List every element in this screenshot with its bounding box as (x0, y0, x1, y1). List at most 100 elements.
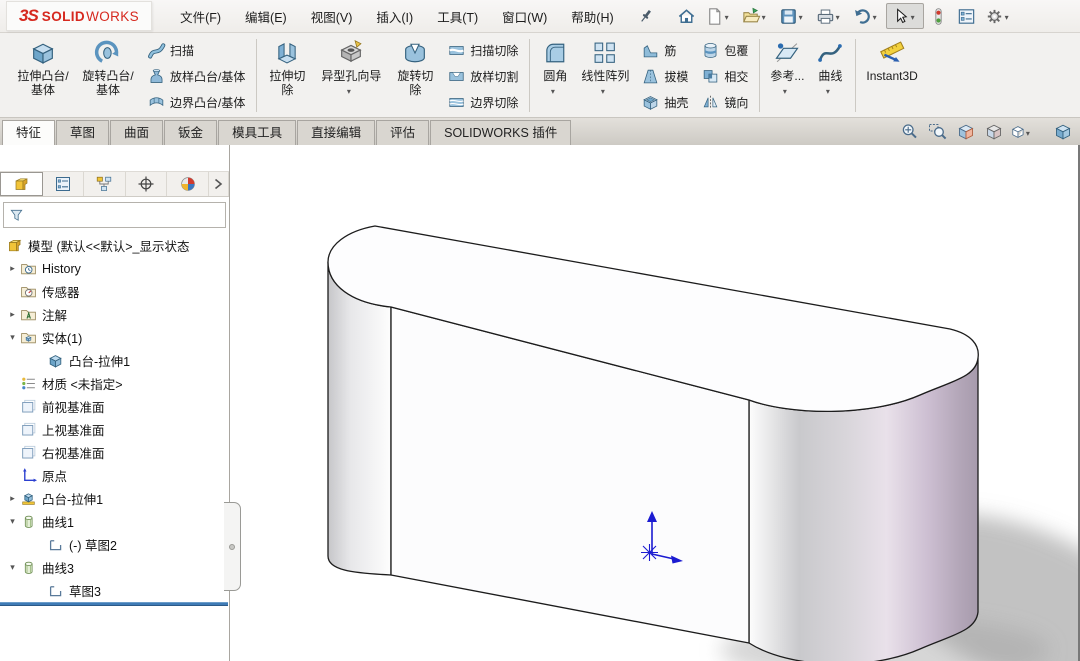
viewport-3d[interactable] (230, 145, 1080, 661)
tree-item-right-plane[interactable]: 右视基准面 (0, 441, 229, 464)
tab-display-manager[interactable] (167, 172, 209, 196)
display-style-button[interactable] (1010, 120, 1033, 143)
rib-button[interactable]: 筋 (637, 38, 692, 63)
extruded-boss-button[interactable]: 拉伸凸台/基体 (13, 36, 73, 97)
home-button[interactable] (673, 3, 700, 29)
select-button[interactable] (886, 3, 924, 29)
tree-item-history[interactable]: ▸History (0, 257, 229, 280)
lofted-cut-button[interactable]: 放样切割 (443, 64, 522, 89)
tab-direct-editing[interactable]: 直接编辑 (297, 120, 375, 145)
tree-item-body-boss-extrude1[interactable]: 凸台-拉伸1 (0, 349, 229, 372)
instant3d-button[interactable]: Instant3D (863, 36, 920, 83)
options-button[interactable] (981, 3, 1017, 29)
linear-pattern-button[interactable]: 线性阵列 (578, 36, 632, 97)
dropdown-caret-icon[interactable] (826, 83, 835, 97)
swept-boss-button[interactable]: 扫描 (143, 38, 249, 63)
wrap-button[interactable]: 包覆 (697, 38, 752, 63)
dropdown-caret-icon[interactable] (836, 9, 845, 23)
dropdown-caret-icon[interactable] (347, 83, 356, 97)
tree-item-origin[interactable]: 原点 (0, 464, 229, 487)
tab-solidworks-addins[interactable]: SOLIDWORKS 插件 (430, 120, 571, 145)
expand-arrow[interactable]: ▾ (5, 516, 20, 527)
tree-item-sketch3[interactable]: 草图3 (0, 579, 229, 602)
undo-button[interactable] (849, 3, 885, 29)
dropdown-caret-icon[interactable] (799, 9, 808, 23)
revolved-cut-button[interactable]: 旋转切除 (392, 36, 438, 97)
menu-window[interactable]: 窗口(W) (490, 3, 559, 30)
tree-item-curve3[interactable]: ▾曲线3 (0, 556, 229, 579)
expand-arrow[interactable]: ▸ (5, 309, 20, 320)
rebuild-button[interactable] (925, 3, 952, 29)
menu-insert[interactable]: 插入(I) (364, 3, 425, 30)
tree-item-sensors[interactable]: 传感器 (0, 280, 229, 303)
tab-mold-tools[interactable]: 模具工具 (218, 120, 296, 145)
menu-edit[interactable]: 编辑(E) (233, 3, 299, 30)
dropdown-caret-icon[interactable] (1026, 125, 1033, 139)
dropdown-caret-icon[interactable] (551, 83, 560, 97)
menu-tools[interactable]: 工具(T) (425, 3, 490, 30)
tab-sketch[interactable]: 草图 (56, 120, 109, 145)
rollback-bar[interactable] (0, 602, 228, 606)
save-button[interactable] (775, 3, 811, 29)
fillet-button[interactable]: 圆角 (537, 36, 573, 97)
pin-menu-button[interactable] (632, 3, 659, 29)
tab-configuration-manager[interactable] (84, 172, 126, 196)
section-view-button[interactable] (954, 120, 977, 143)
lofted-boss-button[interactable]: 放样凸台/基体 (143, 64, 249, 89)
swept-cut-button[interactable]: 扫描切除 (443, 38, 522, 63)
expand-arrow[interactable]: ▾ (5, 332, 20, 343)
intersect-button[interactable]: 相交 (697, 64, 752, 89)
panel-splitter-handle[interactable] (224, 502, 241, 591)
zoom-to-area-button[interactable] (926, 120, 949, 143)
tree-item-annotations[interactable]: ▸注解 (0, 303, 229, 326)
new-document-button[interactable] (701, 3, 737, 29)
tab-sheet-metal[interactable]: 钣金 (164, 120, 217, 145)
tree-item-model-root[interactable]: 模型 (默认<<默认>_显示状态 (0, 234, 229, 257)
dropdown-caret-icon[interactable] (911, 9, 920, 23)
menu-view[interactable]: 视图(V) (299, 3, 365, 30)
panel-expand-button[interactable] (209, 172, 229, 196)
reference-geometry-button[interactable]: 参考... (767, 36, 807, 97)
view-orientation-button[interactable] (982, 120, 1005, 143)
shell-button[interactable]: 抽壳 (637, 90, 692, 115)
menu-help[interactable]: 帮助(H) (559, 3, 625, 30)
print-button[interactable] (812, 3, 848, 29)
extruded-cut-button[interactable]: 拉伸切除 (264, 36, 310, 97)
open-button[interactable] (738, 3, 774, 29)
menu-file[interactable]: 文件(F) (168, 3, 233, 30)
hole-wizard-button[interactable]: 异型孔向导 (315, 36, 387, 97)
dropdown-caret-icon[interactable] (783, 83, 792, 97)
tree-item-boss-extrude1[interactable]: ▸凸台-拉伸1 (0, 487, 229, 510)
dropdown-caret-icon[interactable] (873, 9, 882, 23)
expand-arrow[interactable]: ▸ (5, 493, 20, 504)
boundary-cut-button[interactable]: 边界切除 (443, 90, 522, 115)
dropdown-caret-icon[interactable] (725, 9, 734, 23)
tab-surfaces[interactable]: 曲面 (110, 120, 163, 145)
revolved-boss-button[interactable]: 旋转凸台/基体 (78, 36, 138, 97)
model-left-surface[interactable] (328, 262, 391, 575)
dropdown-caret-icon[interactable] (1005, 9, 1014, 23)
file-properties-button[interactable] (953, 3, 980, 29)
tab-features[interactable]: 特征 (2, 120, 55, 145)
tab-feature-tree[interactable] (0, 172, 43, 196)
tree-filter-box[interactable] (3, 202, 226, 228)
tree-item-top-plane[interactable]: 上视基准面 (0, 418, 229, 441)
expand-arrow[interactable]: ▸ (5, 263, 20, 274)
tree-item-solid-bodies[interactable]: ▾实体(1) (0, 326, 229, 349)
tab-dimxpert[interactable] (126, 172, 168, 196)
tab-evaluate[interactable]: 评估 (376, 120, 429, 145)
tree-item-material[interactable]: 材质 <未指定> (0, 372, 229, 395)
dropdown-caret-icon[interactable] (762, 9, 771, 23)
dropdown-caret-icon[interactable] (601, 83, 610, 97)
tree-item-front-plane[interactable]: 前视基准面 (0, 395, 229, 418)
tree-item-curve1[interactable]: ▾曲线1 (0, 510, 229, 533)
mirror-button[interactable]: 镜向 (697, 90, 752, 115)
tab-property-manager[interactable] (43, 172, 85, 196)
boundary-boss-button[interactable]: 边界凸台/基体 (143, 90, 249, 115)
curves-button[interactable]: 曲线 (812, 36, 848, 97)
tree-item-sketch2[interactable]: (-) 草图2 (0, 533, 229, 556)
expand-arrow[interactable]: ▾ (5, 562, 20, 573)
zoom-to-fit-button[interactable] (898, 120, 921, 143)
draft-button[interactable]: 拔模 (637, 64, 692, 89)
view-settings-button[interactable] (1051, 120, 1074, 143)
